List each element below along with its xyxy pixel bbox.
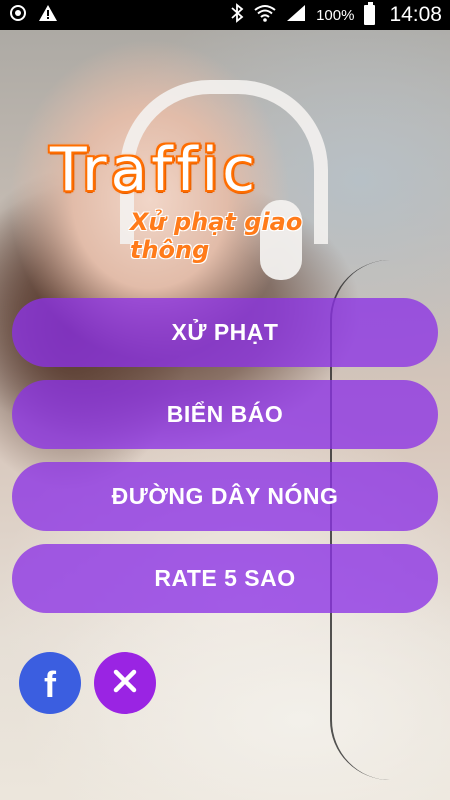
battery-icon xyxy=(364,2,376,25)
facebook-icon: f xyxy=(44,664,56,705)
signal-icon xyxy=(286,4,306,26)
status-clock: 14:08 xyxy=(389,3,442,26)
hotline-button[interactable]: ĐƯỜNG DÂY NÓNG xyxy=(12,462,438,531)
app-screen: 100% 14:08 Traffic Xử phạt giao thông XỬ… xyxy=(0,0,450,800)
logo-title: Traffic xyxy=(50,135,260,205)
status-right-icons: 100% 14:08 xyxy=(230,2,442,27)
wifi-icon xyxy=(254,4,276,26)
main-menu: XỬ PHẠT BIỂN BÁO ĐƯỜNG DÂY NÓNG RATE 5 S… xyxy=(12,298,438,626)
logo-subtitle: Xử phạt giao thông xyxy=(130,208,303,264)
battery-percent: 100% xyxy=(316,6,355,24)
facebook-button[interactable]: f xyxy=(19,652,81,714)
status-left-icons xyxy=(8,3,58,27)
close-app-button[interactable] xyxy=(94,652,156,714)
penalty-button[interactable]: XỬ PHẠT xyxy=(12,298,438,367)
warning-icon xyxy=(38,4,58,26)
sync-icon xyxy=(8,3,28,27)
rate-app-button[interactable]: RATE 5 SAO xyxy=(12,544,438,613)
close-icon xyxy=(112,668,138,699)
app-logo: Traffic Xử phạt giao thông xyxy=(50,140,380,264)
status-bar: 100% 14:08 xyxy=(0,0,450,30)
bluetooth-icon xyxy=(230,3,244,27)
traffic-signs-button[interactable]: BIỂN BÁO xyxy=(12,380,438,449)
